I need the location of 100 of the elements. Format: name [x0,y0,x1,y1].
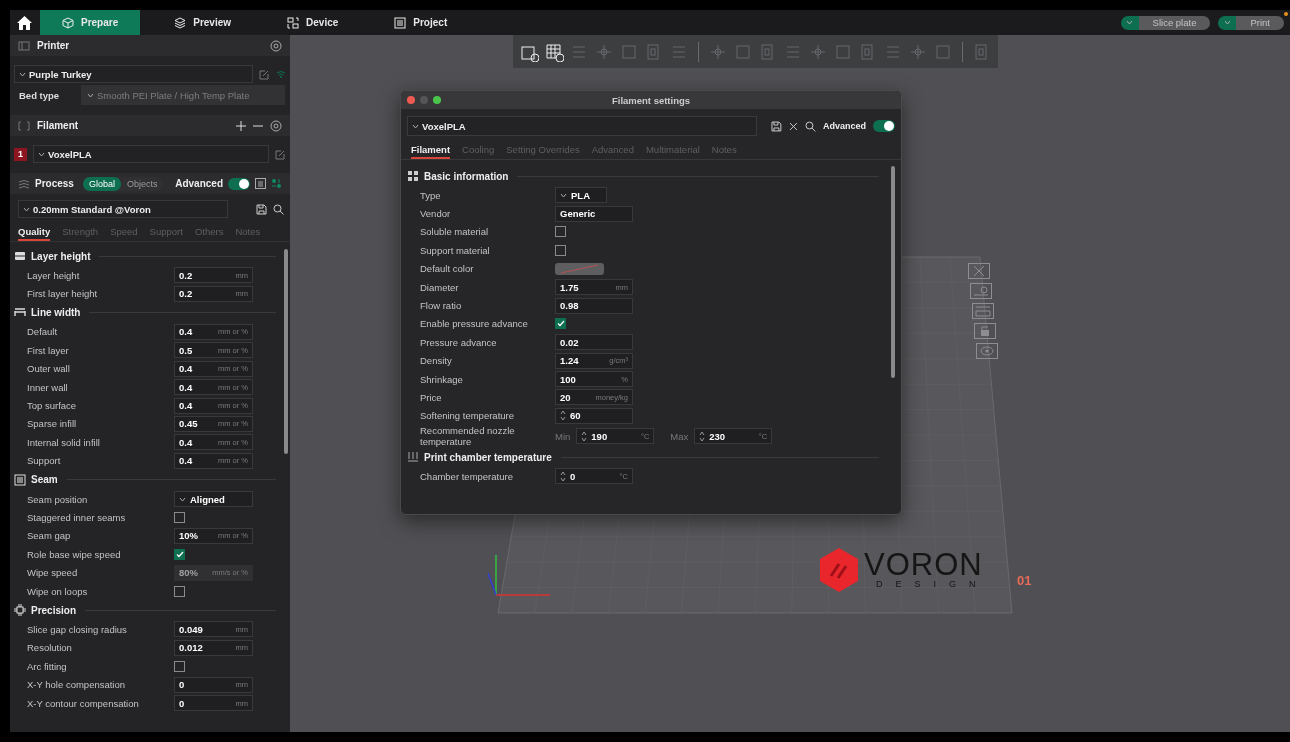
number-field[interactable]: 0.02 [555,334,633,351]
setting-label: Outer wall [27,363,71,375]
cube-icon [62,16,74,29]
preset-dropdown[interactable]: VoxelPLA [407,116,758,136]
setting-label: Vendor [420,208,452,220]
add-grid-icon[interactable] [544,41,564,62]
settings-icon[interactable] [270,119,282,132]
group-title: Line width [31,307,81,319]
number-field[interactable]: 0.98 [555,297,633,314]
edit-icon[interactable] [275,148,286,160]
save-icon[interactable] [771,120,783,132]
window-title: Filament settings [611,94,691,106]
toggle-switch[interactable] [873,120,895,132]
setting-label: Seam position [27,493,89,505]
home-icon[interactable] [17,15,32,30]
checkbox[interactable] [174,548,185,560]
tab[interactable]: Device [265,10,361,35]
lock-icon[interactable] [974,323,996,339]
filament-dropdown[interactable]: VoxelPLA [33,145,269,163]
color-swatch[interactable] [555,262,604,275]
checkbox[interactable] [174,585,185,597]
section-title: Process [35,178,74,189]
zoom-window-icon[interactable] [433,96,441,104]
setting-label: Wipe speed [27,567,79,579]
setting-label: Soluble material [420,226,490,238]
edit-icon[interactable] [259,68,270,80]
dropdown[interactable]: Aligned [174,491,253,508]
caret-icon [23,206,30,212]
scrollbar-thumb[interactable] [891,166,895,378]
eye-icon[interactable] [976,343,998,359]
max-label: Max [670,430,689,442]
spinner-icon [581,430,588,442]
logo-title: VORON [864,551,984,579]
dropdown-button[interactable] [1120,15,1139,30]
setting-label: Pressure advance [420,336,498,348]
checkbox[interactable] [555,318,566,330]
layers-icon [174,16,187,29]
checkbox[interactable] [555,226,566,238]
chip-icon [14,604,26,617]
group-title: Seam [31,474,58,486]
group-title: Precision [31,604,77,616]
lines-icon [14,306,26,319]
tab[interactable]: Preview [152,10,254,35]
layout-icon[interactable] [972,303,994,319]
printer-dropdown[interactable]: Purple Turkey [14,65,253,83]
setting-label: Default color [420,263,475,275]
search-icon[interactable] [805,120,816,132]
save-icon[interactable] [256,203,267,215]
notification-dot-icon [1284,12,1288,16]
setting-label: Price [420,392,443,403]
close-icon[interactable] [789,121,799,131]
dropdown-button[interactable] [1218,15,1237,30]
group-title: Layer height [31,250,91,262]
process-dropdown[interactable]: 0.20mm Standard @Voron [18,200,228,218]
scope-tab[interactable]: Global [82,176,121,191]
checkbox[interactable] [174,660,185,672]
setting-label: Support material [420,244,491,256]
min-label: Min [555,430,571,442]
setting-label: Flow ratio [420,300,463,312]
setting-label: X-Y contour compensation [27,697,140,709]
setting-label: Arc fitting [27,660,68,672]
hexagon-logo-icon [818,547,860,593]
scope-tab[interactable]: Objects [120,176,164,191]
number-field[interactable]: 60 [555,407,633,424]
setting-label: Chamber temperature [420,470,514,482]
filament-badge: 1 [14,147,27,161]
setting-label: Softening temperature [420,410,515,422]
plate-number: 01 [1017,573,1032,588]
dropdown[interactable]: PLA [555,187,607,204]
list-icon [394,16,407,29]
setting-label: Staggered inner seams [27,512,127,523]
setting-label: First layer height [27,288,99,300]
plus-icon[interactable] [236,120,246,131]
close-window-icon[interactable] [407,96,415,104]
settings-icon[interactable] [270,39,282,52]
spinner-icon [560,410,566,422]
spinner-icon [699,430,706,442]
setting-label: Default [27,326,59,338]
setting-label: First layer [27,344,70,356]
caret-icon [560,192,567,198]
checkbox[interactable] [555,244,566,256]
tab[interactable]: Project [372,10,470,35]
setting-label: Density [420,355,453,367]
setting-label: Top surface [27,400,78,412]
setting-label: X-Y hole compensation [27,679,127,691]
text-field[interactable]: Generic [555,205,633,222]
tab[interactable]: Filament [411,144,451,159]
wifi-icon [276,70,286,78]
field-label: Bed type [19,89,61,101]
tab[interactable]: Quality [18,226,51,241]
tab[interactable]: Prepare [40,10,141,35]
setting-label: Shrinkage [420,373,464,385]
checkbox[interactable] [174,512,185,523]
scrollbar-thumb[interactable] [284,249,288,454]
toggle-switch[interactable] [228,177,250,190]
setting-label: Role base wipe speed [27,548,122,560]
search-icon[interactable] [273,203,284,215]
image-icon[interactable] [970,283,992,299]
list-view-icon[interactable] [255,178,266,189]
logo-subtitle: DESIGN [876,579,989,589]
